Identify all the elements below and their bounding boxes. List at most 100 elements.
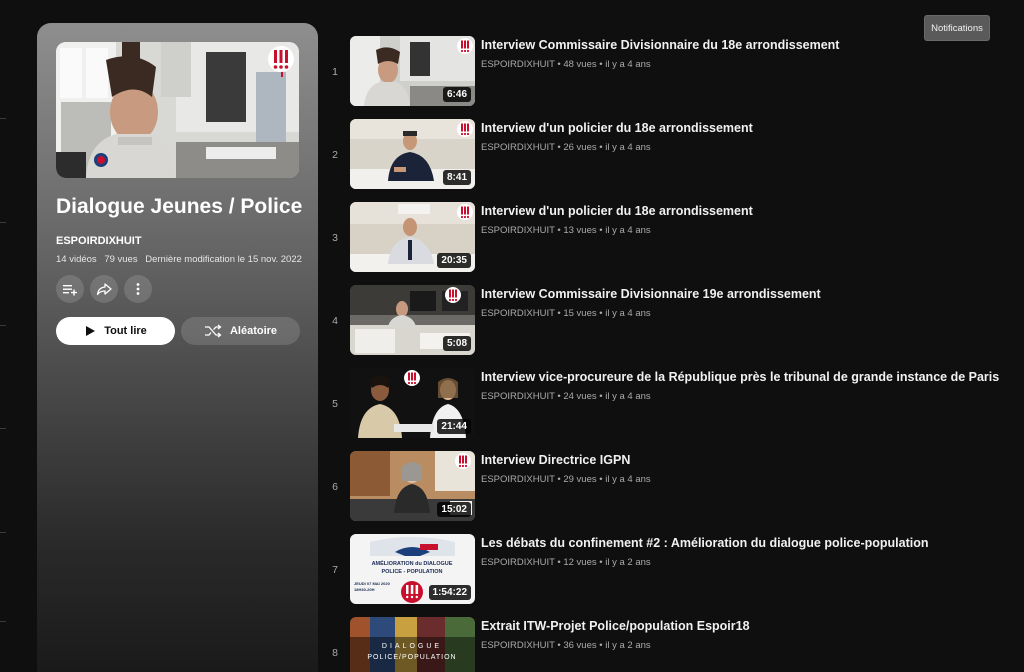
video-meta: ESPOIRDIXHUIT • 48 vues • il y a 4 ans xyxy=(481,59,651,70)
video-thumbnail[interactable]: 6:46 xyxy=(350,36,475,106)
video-index: 6 xyxy=(332,481,338,493)
video-stats: 13 vues • il y a 4 ans xyxy=(563,225,651,236)
edge-mark xyxy=(0,325,6,326)
channel-logo-icon xyxy=(404,370,420,386)
channel-name[interactable]: ESPOIRDIXHUIT xyxy=(481,59,555,70)
video-title[interactable]: Interview Commissaire Divisionnaire du 1… xyxy=(481,38,839,52)
playlist-video-row[interactable]: 6 15:02 Interview Directrice IGPN ESPOIR… xyxy=(320,451,1010,525)
duration-badge: 1:54:22 xyxy=(428,585,471,600)
playlist-video-row[interactable]: 8 DIALOGUE POLICE/POPULATION Extrait ITW… xyxy=(320,617,1010,672)
video-index: 7 xyxy=(332,564,338,576)
edge-mark xyxy=(0,621,6,622)
more-vertical-icon xyxy=(136,283,140,295)
video-thumbnail[interactable]: 8:41 xyxy=(350,119,475,189)
video-stats: 24 vues • il y a 4 ans xyxy=(563,391,651,402)
video-title[interactable]: Extrait ITW-Projet Police/population Esp… xyxy=(481,619,750,633)
playlist-cover[interactable] xyxy=(56,42,299,178)
video-index: 1 xyxy=(332,66,338,78)
playlist-owner-link[interactable]: ESPOIRDIXHUIT xyxy=(56,235,142,247)
play-all-button[interactable]: Tout lire xyxy=(56,317,175,345)
thumb8-line1: DIALOGUE xyxy=(382,643,442,650)
video-index: 4 xyxy=(332,315,338,327)
video-thumbnail[interactable]: DIALOGUE POLICE/POPULATION xyxy=(350,617,475,672)
video-index: 3 xyxy=(332,232,338,244)
playlist-add-icon xyxy=(63,285,77,296)
playlist-video-row[interactable]: 3 20:35 Interview d'un policier du 18e a… xyxy=(320,202,1010,276)
channel-logo-icon xyxy=(455,453,471,469)
save-to-library-button[interactable] xyxy=(56,275,84,303)
thumb7-date: JEUDI 07 MAI 2020 xyxy=(354,581,391,586)
video-thumbnail[interactable]: 20:35 xyxy=(350,202,475,272)
channel-name[interactable]: ESPOIRDIXHUIT xyxy=(481,225,555,236)
channel-name[interactable]: ESPOIRDIXHUIT xyxy=(481,640,555,651)
playlist-title: Dialogue Jeunes / Police xyxy=(56,195,303,218)
channel-logo-icon xyxy=(457,204,473,220)
video-title[interactable]: Les débats du confinement #2 : Améliorat… xyxy=(481,536,929,550)
last-updated: Dernière modification le 15 nov. 2022 xyxy=(145,254,302,265)
duration-badge: 20:35 xyxy=(437,253,471,268)
video-thumbnail[interactable]: 21:44 xyxy=(350,368,475,438)
duration-badge: 6:46 xyxy=(442,87,471,102)
channel-name[interactable]: ESPOIRDIXHUIT xyxy=(481,308,555,319)
playlist-meta: 14 vidéos 79 vues Dernière modification … xyxy=(56,254,307,265)
video-thumbnail[interactable]: 15:02 xyxy=(350,451,475,521)
video-thumbnail[interactable]: 5:08 xyxy=(350,285,475,355)
play-all-label: Tout lire xyxy=(104,325,147,337)
video-stats: 48 vues • il y a 4 ans xyxy=(563,59,651,70)
shuffle-button[interactable]: Aléatoire xyxy=(181,317,300,345)
duration-badge: 15:02 xyxy=(437,502,471,517)
video-title[interactable]: Interview Commissaire Divisionnaire 19e … xyxy=(481,287,821,301)
playlist-video-row[interactable]: 2 8:41 Interview d'un policier du 18e ar… xyxy=(320,119,1010,193)
thumbnail-image: DIALOGUE POLICE/POPULATION xyxy=(350,617,475,672)
more-actions-button[interactable] xyxy=(124,275,152,303)
share-icon xyxy=(96,283,112,296)
video-count: 14 vidéos xyxy=(56,254,97,265)
video-index: 5 xyxy=(332,398,338,410)
edge-mark xyxy=(0,428,6,429)
shuffle-icon xyxy=(204,324,222,338)
thumb8-line2: POLICE/POPULATION xyxy=(367,654,456,661)
playlist-header: Dialogue Jeunes / Police ESPOIRDIXHUIT 1… xyxy=(37,23,318,672)
duration-badge: 21:44 xyxy=(437,419,471,434)
share-button[interactable] xyxy=(90,275,118,303)
shuffle-label: Aléatoire xyxy=(229,325,278,337)
channel-logo-icon xyxy=(457,121,473,137)
playlist-video-row[interactable]: 1 6:46 Interview Commissaire Divisionnai… xyxy=(320,36,1010,110)
view-count: 79 vues xyxy=(104,254,138,265)
video-thumbnail[interactable]: AMÉLIORATION du DIALOGUE POLICE - POPULA… xyxy=(350,534,475,604)
video-stats: 15 vues • il y a 4 ans xyxy=(563,308,651,319)
channel-name[interactable]: ESPOIRDIXHUIT xyxy=(481,557,555,568)
edge-mark xyxy=(0,118,6,119)
video-title[interactable]: Interview Directrice IGPN xyxy=(481,453,630,467)
video-meta: ESPOIRDIXHUIT • 12 vues • il y a 2 ans xyxy=(481,557,651,568)
edge-mark xyxy=(0,222,6,223)
video-index: 8 xyxy=(332,647,338,659)
video-stats: 29 vues • il y a 4 ans xyxy=(563,474,651,485)
channel-name[interactable]: ESPOIRDIXHUIT xyxy=(481,142,555,153)
video-meta: ESPOIRDIXHUIT • 13 vues • il y a 4 ans xyxy=(481,225,651,236)
video-stats: 26 vues • il y a 4 ans xyxy=(563,142,651,153)
video-title[interactable]: Interview d'un policier du 18e arrondiss… xyxy=(481,121,753,135)
video-meta: ESPOIRDIXHUIT • 29 vues • il y a 4 ans xyxy=(481,474,651,485)
duration-badge: 5:08 xyxy=(442,336,471,351)
video-index: 2 xyxy=(332,149,338,161)
video-meta: ESPOIRDIXHUIT • 26 vues • il y a 4 ans xyxy=(481,142,651,153)
video-title[interactable]: Interview vice-procureure de la Républiq… xyxy=(481,370,999,384)
channel-logo-icon xyxy=(457,38,473,54)
playlist-video-row[interactable]: 5 21:44 Interview vice-procureure de la … xyxy=(320,368,1010,442)
playlist-video-row[interactable]: 4 5:08 Interview Commissaire Divisionnai… xyxy=(320,285,1010,359)
play-icon xyxy=(86,326,96,336)
channel-logo-icon xyxy=(445,287,461,303)
thumb7-line1: AMÉLIORATION du DIALOGUE xyxy=(372,559,453,567)
cover-image xyxy=(56,42,299,178)
video-stats: 12 vues • il y a 2 ans xyxy=(563,557,651,568)
playlist-video-row[interactable]: 7 AMÉLIORATION du DIALOGUE POLICE - POPU… xyxy=(320,534,1010,608)
channel-name[interactable]: ESPOIRDIXHUIT xyxy=(481,474,555,485)
video-meta: ESPOIRDIXHUIT • 36 vues • il y a 2 ans xyxy=(481,640,651,651)
video-title[interactable]: Interview d'un policier du 18e arrondiss… xyxy=(481,204,753,218)
channel-name[interactable]: ESPOIRDIXHUIT xyxy=(481,391,555,402)
thumb7-line2: POLICE - POPULATION xyxy=(381,569,442,575)
edge-mark xyxy=(0,532,6,533)
thumb7-time: 18H30-20H xyxy=(354,587,375,592)
video-meta: ESPOIRDIXHUIT • 24 vues • il y a 4 ans xyxy=(481,391,651,402)
